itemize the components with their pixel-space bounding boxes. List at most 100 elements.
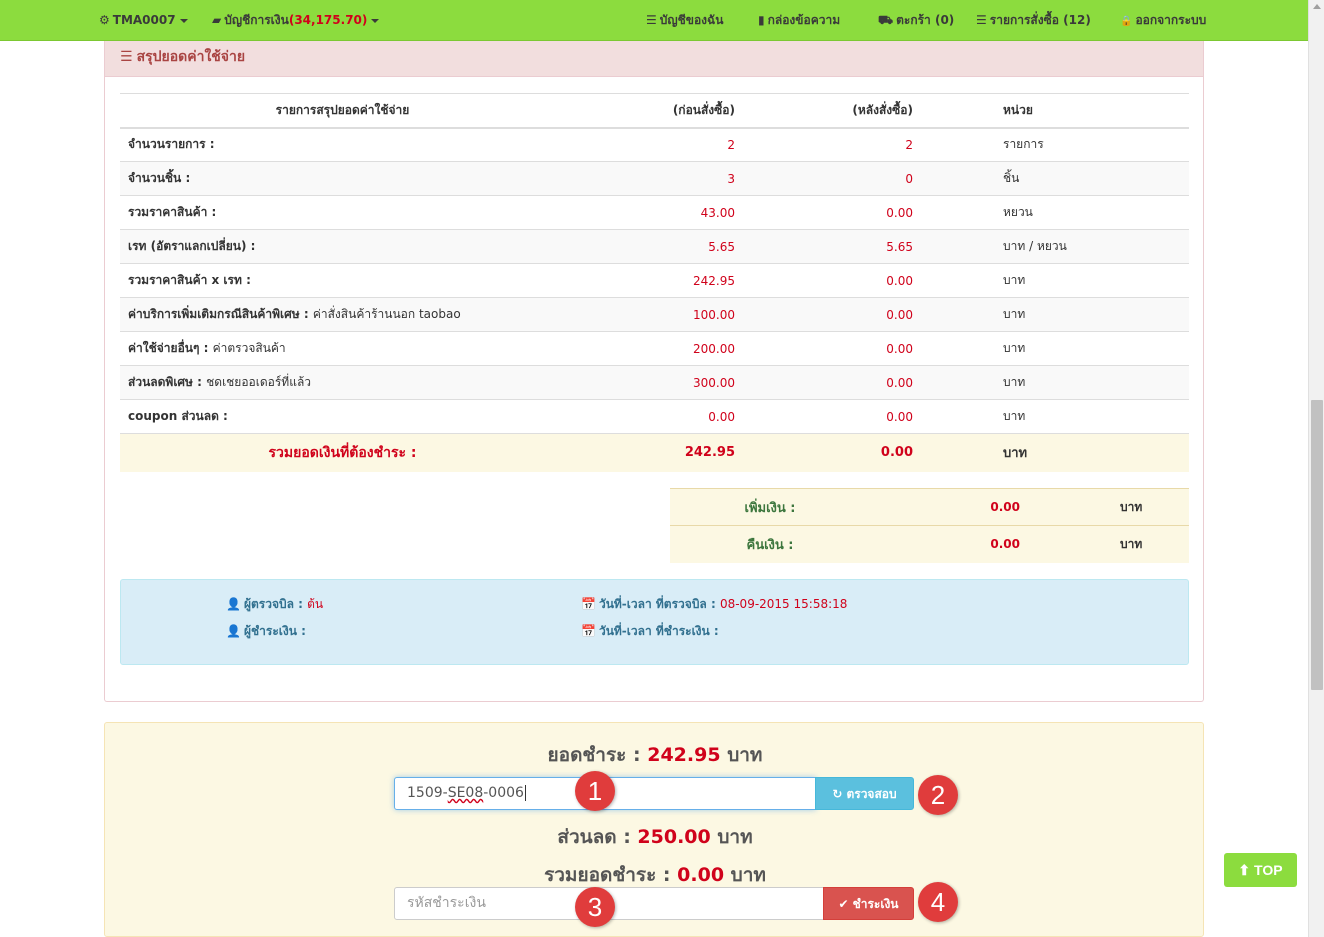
scroll-thumb[interactable]: [1311, 400, 1323, 690]
back-to-top-button[interactable]: ⬆ TOP: [1224, 853, 1297, 887]
comment-icon: ▮: [758, 13, 765, 27]
row-label-text: coupon ส่วนลด :: [128, 409, 228, 423]
discount-value: 250.00: [637, 826, 711, 848]
row-before-value: 100.00: [565, 297, 743, 332]
pay-time-label: วันที่-เวลา ที่ชำระเงิน :: [598, 624, 719, 638]
total-row: รวมยอดเงินที่ต้องชำระ : 242.95 0.00 บาท: [120, 433, 1189, 472]
check-circle-icon: ✔: [838, 897, 849, 911]
account-balance: (34,175.70): [288, 13, 368, 27]
row-before-value: 43.00: [565, 195, 743, 230]
row-after-value: 0.00: [743, 331, 921, 366]
nav-cart[interactable]: ⛟ ตะกร้า (0): [878, 0, 954, 40]
row-after-value: 0: [743, 161, 921, 196]
payer-label: ผู้ชำระเงิน :: [243, 624, 306, 638]
nav-messages[interactable]: ▮ กล่องข้อความ: [758, 0, 840, 40]
summary-panel: ☰ สรุปยอดค่าใช้จ่าย รายการสรุปยอดค่าใช้จ่…: [104, 41, 1204, 702]
amount-due-value: 242.95: [647, 744, 721, 766]
text-cursor: [524, 785, 526, 801]
row-before-value: 5.65: [565, 229, 743, 264]
list-alt-icon: ☰: [120, 49, 133, 65]
row-label: จำนวนรายการ :: [120, 127, 565, 162]
annotation-marker-2: 2: [918, 775, 958, 815]
row-label-text: รวมราคาสินค้า :: [128, 205, 217, 219]
coupon-input-value-part: SE08: [447, 785, 484, 801]
row-after-value: 0.00: [743, 399, 921, 434]
row-sub-label: ค่าตรวจสินค้า: [212, 341, 286, 355]
nav-messages-label: กล่องข้อความ: [767, 13, 841, 27]
row-label-text: รวมราคาสินค้า x เรท :: [128, 273, 251, 287]
row-label-text: ส่วนลดพิเศษ :: [128, 375, 202, 389]
row-after-value: 2: [743, 127, 921, 162]
row-unit: รายการ: [921, 127, 1189, 162]
pay-button[interactable]: ✔ ชำระเงิน: [823, 887, 914, 920]
checker-line: 👤 ผู้ตรวจบิล : ต้น: [226, 595, 323, 614]
cart-icon: ⛟: [878, 13, 894, 27]
table-row: ส่วนลดพิเศษ : ชดเชยออเดอร์ที่แล้ว 300.00 0…: [120, 365, 1189, 400]
add-money-row: เพิ่มเงิน : 0.00 บาท: [670, 488, 1189, 526]
user-menu[interactable]: ⚙ TMA0007: [99, 0, 188, 40]
adjustment-table: เพิ่มเงิน : 0.00 บาท คืนเงิน : 0.00 บาท: [670, 488, 1189, 563]
total-before: 242.95: [565, 433, 743, 472]
checker-label: ผู้ตรวจบิล :: [243, 597, 303, 611]
account-menu[interactable]: ▰ บัญชีการเงิน(34,175.70): [212, 0, 380, 40]
header-unit: หน่วย: [921, 93, 1189, 129]
gear-icon: ⚙: [99, 13, 110, 27]
row-after-value: 0.00: [743, 365, 921, 400]
row-before-value: 2: [565, 127, 743, 162]
payment-box: ยอดชำระ : 242.95 บาท 1509-SE08-0006 ↻ ตรว…: [104, 722, 1204, 937]
nav-cart-label: ตะกร้า (0): [896, 13, 955, 27]
payment-code-placeholder: รหัสชำระเงิน: [407, 895, 486, 911]
coupon-input-value-part: -0006: [483, 785, 524, 801]
total-payment-unit: บาท: [730, 864, 766, 886]
wallet-icon: ▰: [212, 13, 222, 27]
check-coupon-button[interactable]: ↻ ตรวจสอบ: [815, 777, 914, 810]
summary-table: รายการสรุปยอดค่าใช้จ่าย (ก่อนสั่งซื้อ) (…: [120, 93, 1189, 472]
account-label: บัญชีการเงิน: [224, 13, 289, 27]
total-payment-label: รวมยอดชำระ :: [544, 864, 671, 886]
row-unit: บาท: [921, 263, 1189, 298]
payer-line: 👤 ผู้ชำระเงิน :: [226, 622, 306, 641]
row-after-value: 0.00: [743, 263, 921, 298]
row-before-value: 3: [565, 161, 743, 196]
row-unit: ชิ้น: [921, 161, 1189, 196]
row-before-value: 242.95: [565, 263, 743, 298]
row-unit: บาท: [921, 399, 1189, 434]
annotation-marker-4: 4: [918, 882, 958, 922]
row-before-value: 0.00: [565, 399, 743, 434]
row-unit: บาท / หยวน: [921, 229, 1189, 264]
row-unit: บาท: [921, 297, 1189, 332]
table-row: จำนวนชิ้น : 3 0 ชิ้น: [120, 161, 1189, 196]
amount-due-label: ยอดชำระ :: [547, 744, 641, 766]
add-money-unit: บาท: [1020, 488, 1189, 526]
row-label: รวมราคาสินค้า x เรท :: [120, 263, 565, 298]
row-label: ส่วนลดพิเศษ : ชดเชยออเดอร์ที่แล้ว: [120, 365, 565, 400]
header-label: รายการสรุปยอดค่าใช้จ่าย: [120, 93, 565, 129]
discount-line: ส่วนลด : 250.00 บาท: [105, 822, 1205, 852]
check-time-line: 📅 วันที่-เวลา ที่ตรวจบิล : 08-09-2015 15:…: [581, 595, 847, 614]
scroll-up-arrow-icon[interactable]: [1313, 4, 1321, 9]
refund-value: 0.00: [870, 525, 1020, 563]
nav-orders[interactable]: ☰ รายการสั่งซื้อ (12): [976, 0, 1091, 40]
row-label: เรท (อัตราแลกเปลี่ยน) :: [120, 229, 565, 264]
row-sub-label: ค่าสั่งสินค้าร้านนอก taobao: [312, 307, 461, 321]
nav-my-account[interactable]: ☰ บัญชีของฉัน: [646, 0, 723, 40]
row-unit: บาท: [921, 365, 1189, 400]
total-unit: บาท: [921, 433, 1189, 472]
user-icon: 👤: [226, 597, 241, 611]
nav-logout[interactable]: 🔒 ออกจากระบบ: [1120, 0, 1206, 40]
annotation-marker-1: 1: [575, 771, 615, 811]
page-scrollbar[interactable]: [1308, 0, 1324, 937]
annotation-marker-3: 3: [575, 887, 615, 927]
refresh-icon: ↻: [832, 787, 843, 801]
row-sub-label: ชดเชยออเดอร์ที่แล้ว: [206, 375, 312, 389]
amount-due-unit: บาท: [727, 744, 763, 766]
table-row: รวมราคาสินค้า x เรท : 242.95 0.00 บาท: [120, 263, 1189, 298]
row-before-value: 300.00: [565, 365, 743, 400]
panel-heading: ☰ สรุปยอดค่าใช้จ่าย: [105, 41, 1203, 77]
calendar-icon: 📅: [581, 624, 596, 638]
table-row: จำนวนรายการ :2 2 รายการ: [120, 127, 1189, 162]
row-after-value: 5.65: [743, 229, 921, 264]
row-label: จำนวนชิ้น :: [120, 161, 565, 196]
total-payment-value: 0.00: [677, 864, 725, 886]
pay-button-label: ชำระเงิน: [852, 897, 899, 911]
